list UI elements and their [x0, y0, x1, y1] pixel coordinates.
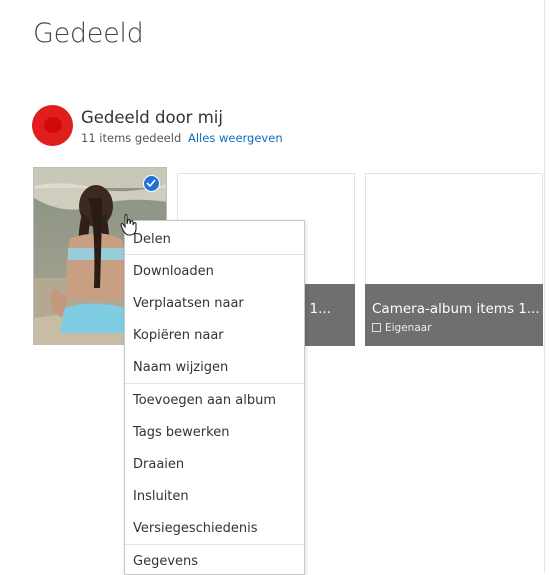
menu-separator [125, 254, 304, 255]
menu-item-embed[interactable]: Insluiten [133, 489, 189, 504]
album-owner: Eigenaar [372, 322, 432, 334]
menu-item-version-history[interactable]: Versiegeschiedenis [133, 521, 258, 536]
menu-separator [125, 383, 304, 384]
menu-item-move-to[interactable]: Verplaatsen naar [133, 296, 244, 311]
view-all-link[interactable]: Alles weergeven [188, 131, 283, 145]
selected-check-icon[interactable] [143, 175, 160, 192]
menu-item-copy-to[interactable]: Kopiëren naar [133, 328, 224, 343]
items-shared-count: 11 items gedeeld [81, 131, 182, 145]
menu-item-rotate[interactable]: Draaien [133, 457, 184, 472]
menu-item-rename[interactable]: Naam wijzigen [133, 360, 228, 375]
divider [544, 0, 545, 573]
album-owner-label: Eigenaar [385, 322, 432, 334]
avatar[interactable] [32, 105, 73, 146]
hand-cursor-icon [120, 214, 137, 236]
context-menu: Delen Downloaden Verplaatsen naar Kopiër… [124, 220, 305, 575]
album-caption-bar: Camera-album items 1... Eigenaar [365, 284, 543, 346]
menu-item-share[interactable]: Delen [133, 232, 171, 247]
menu-item-details[interactable]: Gegevens [133, 554, 198, 569]
menu-item-add-to-album[interactable]: Toevoegen aan album [133, 393, 276, 408]
album-title: Camera-album items 1... [372, 301, 540, 317]
album-tile[interactable]: 0 Camera-album items 1... Eigenaar [365, 173, 543, 346]
owner-icon [372, 323, 381, 332]
page-title: Gedeeld [33, 18, 144, 49]
menu-separator [125, 544, 304, 545]
section-title: Gedeeld door mij [81, 108, 223, 127]
menu-item-edit-tags[interactable]: Tags bewerken [133, 425, 229, 440]
menu-item-download[interactable]: Downloaden [133, 264, 214, 279]
